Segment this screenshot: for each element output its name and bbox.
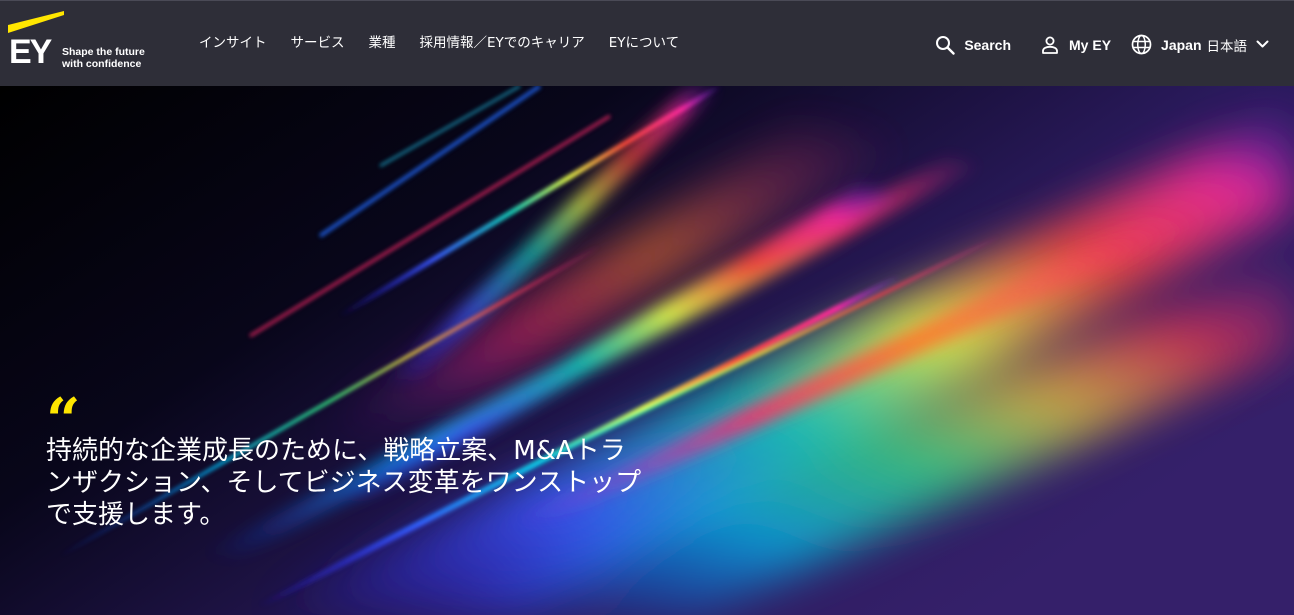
globe-icon xyxy=(1131,34,1152,55)
country-label: Japan xyxy=(1161,36,1202,53)
language-selector[interactable]: Japan 日本語 xyxy=(1131,34,1269,55)
site-header: EY Shape the future with confidence インサイ… xyxy=(0,0,1294,86)
nav-item-about[interactable]: EYについて xyxy=(609,34,679,52)
search-label: Search xyxy=(964,36,1012,53)
search-icon xyxy=(936,35,956,55)
chevron-down-icon xyxy=(1256,40,1269,48)
nav-item-services[interactable]: サービス xyxy=(291,34,345,52)
hero-background-image xyxy=(0,86,1294,615)
header-utilities: Search My EY Japan 日本語 xyxy=(935,34,1269,55)
search-button[interactable]: Search xyxy=(935,35,1011,55)
hero-banner: “ 持続的な企業成長のために、戦略立案、M&Aトランザクション、そしてビジネス変… xyxy=(0,86,1294,615)
ey-logo[interactable]: EY Shape the future with confidence xyxy=(8,11,158,75)
nav-item-insights[interactable]: インサイト xyxy=(199,34,267,52)
language-label: 日本語 xyxy=(1206,38,1248,55)
main-nav: インサイト サービス 業種 採用情報／EYでのキャリア EYについて xyxy=(199,34,703,52)
logo-wordmark: EY xyxy=(9,33,52,71)
logo-beam-icon xyxy=(8,11,64,33)
tagline-line-2: with confidence xyxy=(62,58,142,70)
tagline-line-1: Shape the future xyxy=(62,46,145,58)
hero-quote: 持続的な企業成長のために、戦略立案、M&Aトランザクション、そしてビジネス変革を… xyxy=(46,436,642,530)
user-icon xyxy=(1042,36,1058,54)
my-ey-label: My EY xyxy=(1069,36,1112,53)
nav-item-industries[interactable]: 業種 xyxy=(369,34,396,52)
nav-item-careers[interactable]: 採用情報／EYでのキャリア xyxy=(420,34,585,52)
my-ey-button[interactable]: My EY xyxy=(1040,35,1111,55)
logo-tagline: Shape the future with confidence xyxy=(62,46,145,70)
